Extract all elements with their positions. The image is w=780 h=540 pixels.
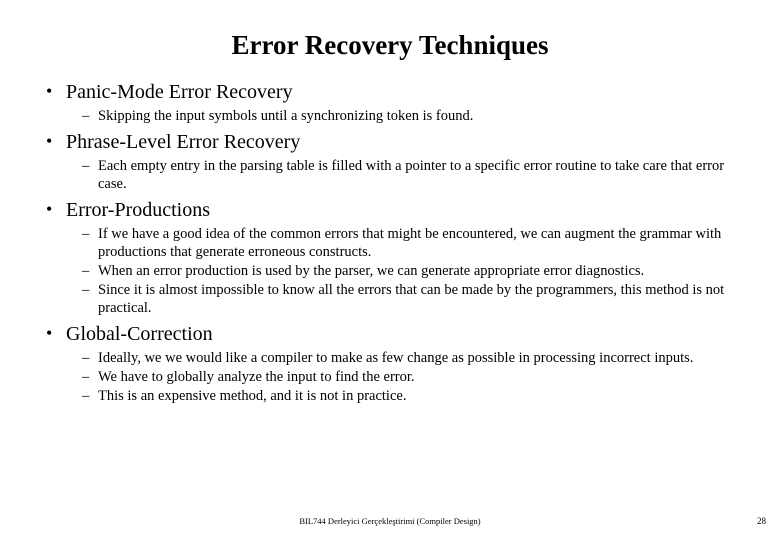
sub-point: If we have a good idea of the common err… (66, 225, 744, 261)
sub-point: Ideally, we we would like a compiler to … (66, 349, 744, 367)
sub-point: Skipping the input symbols until a synch… (66, 107, 744, 125)
section-heading: Phrase-Level Error Recovery (66, 129, 744, 155)
sub-list: If we have a good idea of the common err… (66, 225, 744, 317)
sub-point: Since it is almost impossible to know al… (66, 281, 744, 317)
section-item: Error-Productions If we have a good idea… (36, 197, 744, 317)
page-number: 28 (757, 516, 766, 526)
section-item: Panic-Mode Error Recovery Skipping the i… (36, 79, 744, 125)
section-heading: Error-Productions (66, 197, 744, 223)
sub-list: Ideally, we we would like a compiler to … (66, 349, 744, 405)
section-item: Phrase-Level Error Recovery Each empty e… (36, 129, 744, 193)
section-heading: Panic-Mode Error Recovery (66, 79, 744, 105)
sub-point: This is an expensive method, and it is n… (66, 387, 744, 405)
footer-text: BIL744 Derleyici Gerçekleştirimi (Compil… (0, 516, 780, 526)
section-item: Global-Correction Ideally, we we would l… (36, 321, 744, 405)
sub-list: Each empty entry in the parsing table is… (66, 157, 744, 193)
slide-title: Error Recovery Techniques (36, 30, 744, 61)
sub-point: We have to globally analyze the input to… (66, 368, 744, 386)
main-list: Panic-Mode Error Recovery Skipping the i… (36, 79, 744, 405)
sub-list: Skipping the input symbols until a synch… (66, 107, 744, 125)
sub-point: Each empty entry in the parsing table is… (66, 157, 744, 193)
sub-point: When an error production is used by the … (66, 262, 744, 280)
section-heading: Global-Correction (66, 321, 744, 347)
